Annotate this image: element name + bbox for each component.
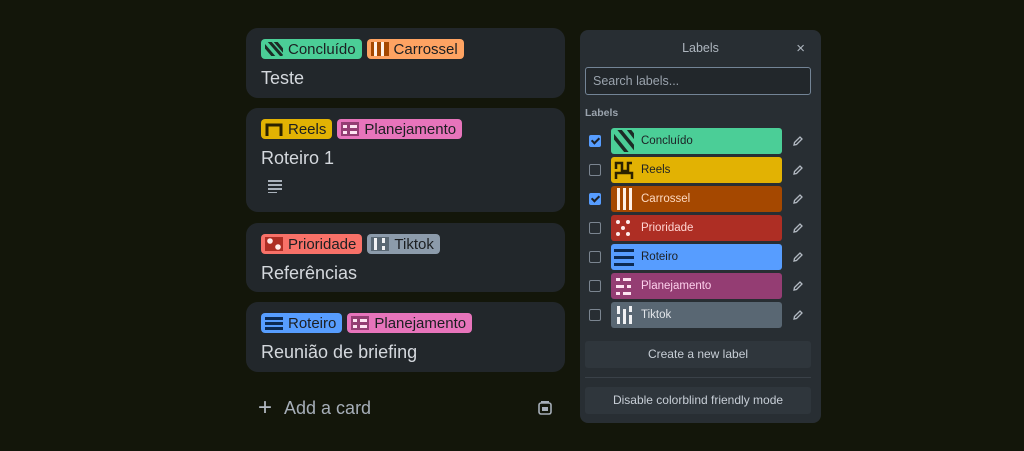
edit-pencil-icon[interactable]: [792, 251, 804, 263]
card-teste[interactable]: Concluído Carrossel Teste: [246, 28, 565, 98]
label-chip-tiktok[interactable]: Tiktok: [367, 234, 440, 254]
label-chip-roteiro[interactable]: Roteiro: [261, 313, 343, 333]
colorblind-mode-button[interactable]: Disable colorblind friendly mode: [585, 387, 811, 414]
card-roteiro-1[interactable]: Reels Planejamento Roteiro 1: [246, 108, 565, 212]
card-list: Concluído Carrossel Teste Reels Planejam…: [246, 28, 566, 430]
label-row-roteiro: Roteiro: [580, 244, 821, 270]
label-reels[interactable]: Reels: [611, 157, 782, 183]
add-card-button[interactable]: + Add a card: [246, 386, 565, 430]
plus-icon: +: [258, 394, 273, 421]
wave-pattern-icon: [265, 122, 283, 136]
card-labels: Concluído Carrossel: [261, 39, 550, 59]
label-tiktok[interactable]: Tiktok: [611, 302, 782, 328]
edit-pencil-icon[interactable]: [792, 193, 804, 205]
label-roteiro[interactable]: Roteiro: [611, 244, 782, 270]
label-chip-carrossel[interactable]: Carrossel: [366, 39, 464, 59]
label-checkbox[interactable]: [589, 135, 601, 147]
label-checkbox[interactable]: [589, 309, 601, 321]
description-icon: [268, 180, 282, 193]
label-concluido[interactable]: Concluído: [611, 128, 782, 154]
card-title: Reunião de briefing: [261, 342, 418, 362]
card-template-icon[interactable]: [537, 400, 553, 416]
vertical-stripes-icon: [370, 42, 389, 56]
dashes-pattern-icon: [341, 122, 360, 136]
edit-pencil-icon[interactable]: [792, 222, 804, 234]
label-row-concluido: Concluído: [580, 128, 821, 154]
edit-pencil-icon[interactable]: [792, 280, 804, 292]
card-labels: Prioridade Tiktok: [261, 234, 550, 254]
edit-pencil-icon[interactable]: [792, 309, 804, 321]
dots-pattern-icon: [614, 217, 634, 239]
label-row-reels: Reels: [580, 157, 821, 183]
edit-pencil-icon[interactable]: [792, 135, 804, 147]
wave-pattern-icon: [614, 159, 634, 181]
label-chip-planejamento[interactable]: Planejamento: [337, 119, 463, 139]
card-labels: Reels Planejamento: [261, 119, 550, 139]
label-planejamento[interactable]: Planejamento: [611, 273, 782, 299]
bars-pattern-icon: [614, 304, 634, 326]
card-labels: Roteiro Planejamento: [261, 313, 550, 333]
label-chip-prioridade[interactable]: Prioridade: [261, 234, 363, 254]
search-labels-input[interactable]: [585, 67, 811, 95]
edit-pencil-icon[interactable]: [792, 164, 804, 176]
close-icon[interactable]: ×: [796, 40, 805, 57]
add-card-label: Add a card: [284, 397, 372, 418]
labels-popover: Labels × Labels Concluído: [580, 30, 821, 423]
label-chip-reels[interactable]: Reels: [261, 119, 333, 139]
diagonal-stripes-icon: [614, 130, 634, 152]
diagonal-stripes-icon: [265, 42, 283, 56]
label-carrossel[interactable]: Carrossel: [611, 186, 782, 212]
label-chip-concluido[interactable]: Concluído: [261, 39, 362, 59]
dots-pattern-icon: [265, 237, 283, 251]
vertical-stripes-icon: [614, 188, 634, 210]
label-checkbox[interactable]: [589, 164, 601, 176]
label-row-planejamento: Planejamento: [580, 273, 821, 299]
divider: [585, 377, 811, 378]
popover-title: Labels: [682, 41, 719, 55]
horizontal-stripes-icon: [265, 316, 283, 330]
card-title: Teste: [261, 68, 305, 88]
label-checkbox[interactable]: [589, 222, 601, 234]
label-row-prioridade: Prioridade: [580, 215, 821, 241]
dashes-pattern-icon: [614, 275, 634, 297]
card-reuniao-de-briefing[interactable]: Roteiro Planejamento Reunião de briefing: [246, 302, 565, 372]
create-label-button[interactable]: Create a new label: [585, 341, 811, 368]
label-checkbox[interactable]: [589, 193, 601, 205]
label-checkbox[interactable]: [589, 251, 601, 263]
card-title: Roteiro 1: [261, 148, 335, 168]
label-row-tiktok: Tiktok: [580, 302, 821, 328]
bars-pattern-icon: [371, 237, 390, 251]
label-prioridade[interactable]: Prioridade: [611, 215, 782, 241]
card-referencias[interactable]: Prioridade Tiktok Referências: [246, 223, 565, 292]
dashes-pattern-icon: [351, 316, 370, 330]
card-title: Referências: [261, 263, 358, 283]
label-row-carrossel: Carrossel: [580, 186, 821, 212]
horizontal-stripes-icon: [614, 246, 634, 268]
section-label: Labels: [585, 107, 619, 119]
label-chip-planejamento[interactable]: Planejamento: [347, 313, 473, 333]
label-checkbox[interactable]: [589, 280, 601, 292]
